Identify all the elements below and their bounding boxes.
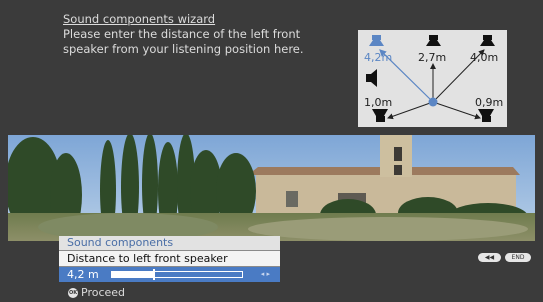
speaker-side-left-icon bbox=[366, 69, 377, 87]
navigation-icons: ◀◀ END bbox=[478, 253, 531, 262]
proceed-hint[interactable]: OK Proceed bbox=[68, 286, 125, 299]
speaker-layout-panel: 4,2m 2,7m 4,0m 1,0m 0,9m bbox=[358, 30, 507, 127]
label-front-left: 4,2m bbox=[364, 51, 392, 64]
speaker-rear-left-icon[interactable] bbox=[372, 109, 388, 122]
line-rear-right bbox=[432, 101, 481, 120]
label-rear-right: 0,9m bbox=[475, 96, 503, 109]
ok-icon: OK bbox=[68, 287, 78, 298]
slider-arrows-icon: ◂ ▸ bbox=[260, 270, 270, 278]
end-button[interactable]: END bbox=[505, 253, 531, 262]
speaker-front-left-icon[interactable] bbox=[369, 35, 384, 46]
label-front-right: 4,0m bbox=[470, 51, 498, 64]
tv-screen: Sound components wizard Please enter the… bbox=[0, 0, 543, 302]
wizard-instruction: Please enter the distance of the left fr… bbox=[63, 27, 304, 56]
speaker-center-icon[interactable] bbox=[426, 35, 441, 46]
wizard-text: Sound components wizard Please enter the… bbox=[63, 12, 343, 57]
sound-components-menu: Sound components Distance to left front … bbox=[59, 236, 280, 282]
speaker-diagram: 4,2m 2,7m 4,0m 1,0m 0,9m bbox=[364, 35, 503, 122]
proceed-label: Proceed bbox=[81, 286, 126, 299]
slider-knob[interactable] bbox=[153, 269, 155, 280]
slider-value: 4,2 m bbox=[67, 268, 99, 281]
listening-position-icon bbox=[428, 97, 438, 107]
slider-fill bbox=[112, 272, 154, 277]
slider-track[interactable] bbox=[111, 269, 243, 280]
distance-slider[interactable]: 4,2 m ◂ ▸ bbox=[59, 267, 280, 282]
distance-menu-item[interactable]: Distance to left front speaker bbox=[59, 251, 280, 267]
line-rear-left bbox=[387, 101, 434, 120]
menu-header: Sound components bbox=[59, 236, 280, 251]
background-landscape-image bbox=[8, 135, 535, 241]
label-rear-left: 1,0m bbox=[364, 96, 392, 109]
rewind-icon[interactable]: ◀◀ bbox=[478, 253, 501, 262]
wizard-title: Sound components wizard bbox=[63, 12, 216, 26]
speaker-front-right-icon[interactable] bbox=[480, 35, 495, 46]
speaker-rear-right-icon[interactable] bbox=[478, 109, 494, 122]
label-center: 2,7m bbox=[418, 51, 446, 64]
